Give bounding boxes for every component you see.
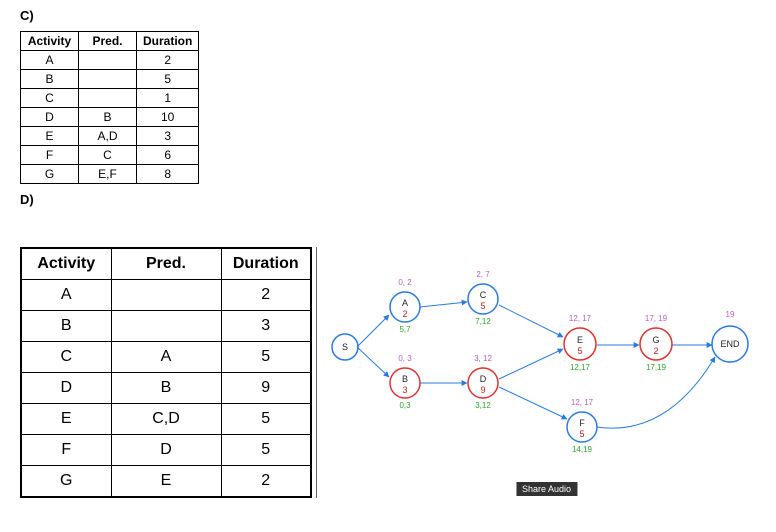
node-g: 17, 19 G 2 17,19	[640, 314, 672, 372]
edge	[357, 347, 389, 377]
th-pred: Pred.	[79, 32, 137, 51]
svg-text:5: 5	[577, 346, 582, 356]
svg-text:2, 7: 2, 7	[476, 270, 490, 279]
node-end: 19 END	[712, 310, 748, 362]
node-f: 12, 17 F 5 14,19	[567, 398, 597, 454]
svg-text:5: 5	[579, 429, 584, 439]
svg-text:5: 5	[480, 301, 485, 311]
svg-text:END: END	[720, 339, 740, 349]
svg-text:A: A	[402, 298, 408, 308]
svg-text:14,19: 14,19	[572, 445, 593, 454]
node-s: S	[332, 334, 358, 360]
table-row: Activity Pred. Duration	[21, 32, 199, 51]
table-row: CA5	[21, 342, 311, 373]
svg-text:B: B	[402, 374, 408, 384]
th-activity: Activity	[21, 248, 111, 280]
svg-text:3: 3	[402, 385, 407, 395]
svg-text:9: 9	[480, 385, 485, 395]
diagram-svg: S 0, 2 A 2 5,7 0, 3 B 3 0,3 2, 7 C 5	[317, 247, 757, 477]
svg-text:0, 3: 0, 3	[398, 354, 412, 363]
table-row: A2	[21, 51, 199, 70]
table-row: B3	[21, 311, 311, 342]
svg-text:12, 17: 12, 17	[571, 398, 594, 407]
svg-text:0, 2: 0, 2	[398, 278, 412, 287]
svg-text:19: 19	[726, 310, 735, 319]
svg-text:3,12: 3,12	[475, 401, 491, 410]
table-row: FC6	[21, 146, 199, 165]
svg-text:2: 2	[653, 346, 658, 356]
table-c: Activity Pred. Duration A2 B5 C1 DB10 EA…	[20, 31, 199, 184]
edge	[499, 349, 563, 379]
node-b: 0, 3 B 3 0,3	[390, 354, 420, 410]
table-row: DB10	[21, 108, 199, 127]
svg-text:0,3: 0,3	[399, 401, 411, 410]
table-row: B5	[21, 70, 199, 89]
th-duration: Duration	[221, 248, 311, 280]
table-row: DB9	[21, 373, 311, 404]
svg-text:17, 19: 17, 19	[645, 314, 668, 323]
svg-text:D: D	[480, 374, 487, 384]
svg-text:F: F	[579, 418, 585, 428]
section-c-label: C)	[20, 8, 776, 23]
svg-text:E: E	[577, 335, 583, 345]
node-d: 3, 12 D 9 3,12	[468, 354, 498, 410]
svg-text:3, 12: 3, 12	[474, 354, 492, 363]
node-e: 12, 17 E 5 12,17	[564, 314, 596, 372]
edge	[420, 302, 467, 307]
svg-text:S: S	[342, 342, 348, 352]
edge	[357, 315, 389, 347]
node-c: 2, 7 C 5 7,12	[468, 270, 498, 326]
svg-text:17,19: 17,19	[646, 363, 667, 372]
table-row: EC,D5	[21, 404, 311, 435]
table-row: GE,F8	[21, 165, 199, 184]
th-pred: Pred.	[111, 248, 221, 280]
table-row: A2	[21, 280, 311, 311]
svg-text:12, 17: 12, 17	[569, 314, 592, 323]
edge	[499, 387, 567, 419]
table-d: Activity Pred. Duration A2 B3 CA5 DB9 EC…	[20, 247, 312, 498]
table-row: EA,D3	[21, 127, 199, 146]
section-d-label: D)	[20, 192, 776, 207]
share-audio-button[interactable]: Share Audio	[516, 482, 577, 496]
edge	[499, 305, 563, 337]
svg-text:2: 2	[402, 309, 407, 319]
table-row: GE2	[21, 466, 311, 498]
table-row: C1	[21, 89, 199, 108]
svg-text:5,7: 5,7	[399, 325, 411, 334]
table-row: Activity Pred. Duration	[21, 248, 311, 280]
svg-text:7,12: 7,12	[475, 317, 491, 326]
th-duration: Duration	[137, 32, 199, 51]
svg-text:G: G	[652, 335, 659, 345]
network-diagram: S 0, 2 A 2 5,7 0, 3 B 3 0,3 2, 7 C 5	[316, 247, 776, 498]
svg-text:C: C	[480, 290, 487, 300]
node-a: 0, 2 A 2 5,7	[390, 278, 420, 334]
th-activity: Activity	[21, 32, 79, 51]
table-row: FD5	[21, 435, 311, 466]
svg-text:12,17: 12,17	[570, 363, 591, 372]
